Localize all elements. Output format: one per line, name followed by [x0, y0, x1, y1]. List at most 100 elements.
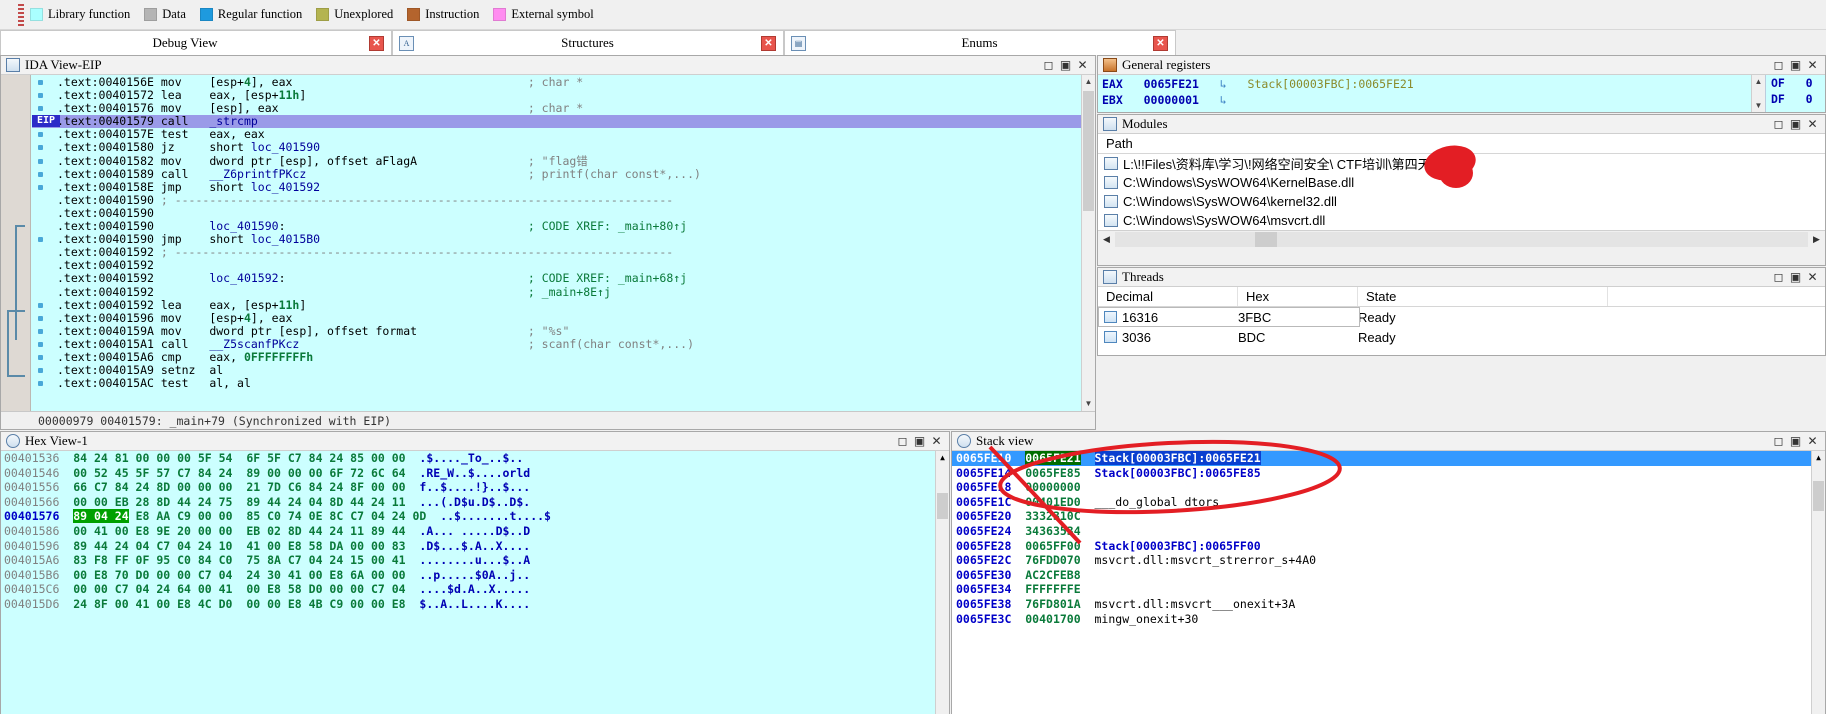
- stack-rows-area[interactable]: 0065FE10 0065FE21 Stack[00003FBC]:0065FE…: [952, 451, 1825, 714]
- disassembly-vscrollbar[interactable]: ▲ ▼: [1081, 75, 1095, 411]
- minimize-icon[interactable]: ◻: [1770, 58, 1787, 73]
- stack-row[interactable]: 0065FE28 0065FF00 Stack[00003FBC]:0065FF…: [952, 539, 1825, 554]
- scroll-down-icon[interactable]: ▼: [1082, 397, 1095, 411]
- scroll-up-icon[interactable]: ▲: [936, 451, 949, 465]
- hex-row[interactable]: 004015D6 24 8F 00 41 00 E8 4C D0 00 00 E…: [1, 597, 949, 612]
- scroll-down-icon[interactable]: ▼: [1752, 99, 1765, 112]
- scroll-up-icon[interactable]: ▲: [1812, 451, 1825, 465]
- hex-row[interactable]: 004015B6 00 E8 70 D0 00 00 C7 04 24 30 4…: [1, 568, 949, 583]
- stack-row[interactable]: 0065FE18 00000000: [952, 480, 1825, 495]
- restore-icon[interactable]: ▣: [1787, 58, 1804, 73]
- register-row-ebx[interactable]: EBX 00000001 ↳: [1102, 92, 1751, 108]
- restore-icon[interactable]: ▣: [1057, 58, 1074, 73]
- minimize-icon[interactable]: ◻: [1040, 58, 1057, 73]
- breakpoint-dot-icon[interactable]: [38, 184, 43, 190]
- stack-vscrollbar[interactable]: ▲: [1811, 451, 1825, 714]
- stack-row[interactable]: 0065FE14 0065FE85 Stack[00003FBC]:0065FE…: [952, 466, 1825, 481]
- minimize-icon[interactable]: ◻: [894, 434, 911, 449]
- close-icon[interactable]: ✕: [761, 35, 776, 51]
- disassembly-line[interactable]: .text:004015AC test al, al: [32, 377, 1081, 390]
- hex-row[interactable]: 004015A6 83 F8 FF 0F 95 C0 84 C0 75 8A C…: [1, 553, 949, 568]
- hex-row[interactable]: 00401576 89 04 24 E8 AA C9 00 00 85 C0 7…: [1, 509, 949, 524]
- scroll-thumb[interactable]: [1083, 91, 1094, 211]
- breakpoint-dot-icon[interactable]: [38, 328, 43, 334]
- restore-icon[interactable]: ▣: [1787, 270, 1804, 285]
- hex-vscrollbar[interactable]: ▲: [935, 451, 949, 714]
- close-icon[interactable]: ✕: [928, 434, 945, 449]
- threads-column-decimal[interactable]: Decimal: [1098, 287, 1238, 306]
- close-icon[interactable]: ✕: [1804, 58, 1821, 73]
- hex-row[interactable]: 00401596 89 44 24 04 C7 04 24 10 41 00 E…: [1, 539, 949, 554]
- hex-row[interactable]: 00401556 66 C7 84 24 8D 00 00 00 21 7D C…: [1, 480, 949, 495]
- minimize-icon[interactable]: ◻: [1770, 434, 1787, 449]
- breakpoint-dot-icon[interactable]: [38, 237, 43, 243]
- flag-row-of[interactable]: OF 0: [1771, 75, 1825, 91]
- hex-row[interactable]: 00401586 00 41 00 E8 9E 20 00 00 EB 02 8…: [1, 524, 949, 539]
- stack-row[interactable]: 0065FE2C 76FDD070 msvcrt.dll:msvcrt_stre…: [952, 553, 1825, 568]
- stack-row[interactable]: 0065FE34 FFFFFFFE: [952, 582, 1825, 597]
- restore-icon[interactable]: ▣: [911, 434, 928, 449]
- tab-debug-view[interactable]: Debug View ✕: [0, 30, 392, 55]
- close-icon[interactable]: ✕: [1153, 35, 1168, 51]
- scroll-thumb[interactable]: [937, 493, 948, 519]
- breakpoint-dot-icon[interactable]: [38, 145, 43, 151]
- hex-row[interactable]: 004015C6 00 00 C7 04 24 64 00 41 00 E8 5…: [1, 582, 949, 597]
- threads-column-state[interactable]: State: [1358, 287, 1608, 306]
- breakpoint-dot-icon[interactable]: [38, 315, 43, 321]
- scroll-up-icon[interactable]: ▲: [1082, 75, 1095, 89]
- minimize-icon[interactable]: ◻: [1770, 117, 1787, 132]
- close-icon[interactable]: ✕: [1804, 270, 1821, 285]
- hex-row[interactable]: 00401536 84 24 81 00 00 00 5F 54 6F 5F C…: [1, 451, 949, 466]
- tab-enums[interactable]: ▤ Enums ✕: [784, 30, 1176, 55]
- hex-dump-area[interactable]: 00401536 84 24 81 00 00 00 5F 54 6F 5F C…: [1, 451, 949, 714]
- breakpoint-dot-icon[interactable]: [38, 132, 43, 138]
- stack-row[interactable]: 0065FE30 AC2CFEB8: [952, 568, 1825, 583]
- registers-vscrollbar[interactable]: ▲ ▼: [1751, 75, 1765, 112]
- close-icon[interactable]: ✕: [369, 35, 384, 51]
- breakpoint-dot-icon[interactable]: [38, 341, 43, 347]
- legend-item-external-symbol: External symbol: [493, 7, 594, 22]
- stack-row[interactable]: 0065FE1C 00401ED0 ___do_global_dtors: [952, 495, 1825, 510]
- module-row[interactable]: C:\Windows\SysWOW64\kernel32.dll: [1098, 192, 1825, 211]
- hex-row[interactable]: 00401546 00 52 45 5F 57 C7 84 24 89 00 0…: [1, 466, 949, 481]
- hscroll-thumb[interactable]: [1255, 231, 1277, 247]
- stack-row[interactable]: 0065FE3C 00401700 mingw_onexit+30: [952, 612, 1825, 627]
- module-row[interactable]: C:\Windows\SysWOW64\msvcrt.dll: [1098, 211, 1825, 230]
- breakpoint-dot-icon[interactable]: [38, 80, 43, 85]
- scroll-up-icon[interactable]: ▲: [1752, 75, 1765, 88]
- breakpoint-dot-icon[interactable]: [38, 158, 43, 164]
- hscroll-track[interactable]: [1115, 231, 1808, 247]
- close-icon[interactable]: ✕: [1804, 117, 1821, 132]
- stack-row[interactable]: 0065FE10 0065FE21 Stack[00003FBC]:0065FE…: [952, 451, 1825, 466]
- modules-list[interactable]: Path L:\!!Files\资料库\学习\!网络空间安全\ CTF培训\第四…: [1098, 134, 1825, 247]
- tab-structures[interactable]: A Structures ✕: [392, 30, 784, 55]
- restore-icon[interactable]: ▣: [1787, 117, 1804, 132]
- stack-row[interactable]: 0065FE24 34363534: [952, 524, 1825, 539]
- minimize-icon[interactable]: ◻: [1770, 270, 1787, 285]
- flag-row-df[interactable]: DF 0: [1771, 91, 1825, 107]
- stack-row[interactable]: 0065FE20 3332310C: [952, 509, 1825, 524]
- breakpoint-dot-icon[interactable]: [38, 171, 43, 177]
- threads-table[interactable]: Decimal Hex State 16316 3FBC Ready 3036 BDC R…: [1098, 287, 1825, 355]
- thread-row[interactable]: 3036 BDC Ready: [1098, 327, 1825, 347]
- stack-row[interactable]: 0065FE38 76FD801A msvcrt.dll:msvcrt___on…: [952, 597, 1825, 612]
- close-icon[interactable]: ✕: [1074, 58, 1091, 73]
- disassembly-area[interactable]: .text:0040156E mov [esp+4], eax ; char *…: [1, 75, 1095, 411]
- breakpoint-dot-icon[interactable]: [38, 381, 43, 387]
- modules-hscrollbar[interactable]: ◀ ▶: [1098, 230, 1825, 247]
- breakpoint-dot-icon[interactable]: [38, 368, 43, 374]
- restore-icon[interactable]: ▣: [1787, 434, 1804, 449]
- scroll-right-icon[interactable]: ▶: [1808, 234, 1825, 245]
- breakpoint-dot-icon[interactable]: [38, 354, 43, 360]
- register-row-eax[interactable]: EAX 0065FE21 ↳ Stack[00003FBC]:0065FE21: [1102, 76, 1751, 92]
- close-icon[interactable]: ✕: [1804, 434, 1821, 449]
- threads-column-hex[interactable]: Hex: [1238, 287, 1358, 306]
- toolbar-grip[interactable]: [18, 3, 24, 26]
- hex-row[interactable]: 00401566 00 00 EB 28 8D 44 24 75 89 44 2…: [1, 495, 949, 510]
- registers-body[interactable]: EAX 0065FE21 ↳ Stack[00003FBC]:0065FE21 …: [1098, 75, 1825, 112]
- breakpoint-dot-icon[interactable]: [38, 93, 43, 99]
- scroll-left-icon[interactable]: ◀: [1098, 234, 1115, 245]
- breakpoint-dot-icon[interactable]: [38, 106, 43, 112]
- scroll-thumb[interactable]: [1813, 481, 1824, 511]
- breakpoint-dot-icon[interactable]: [38, 302, 43, 308]
